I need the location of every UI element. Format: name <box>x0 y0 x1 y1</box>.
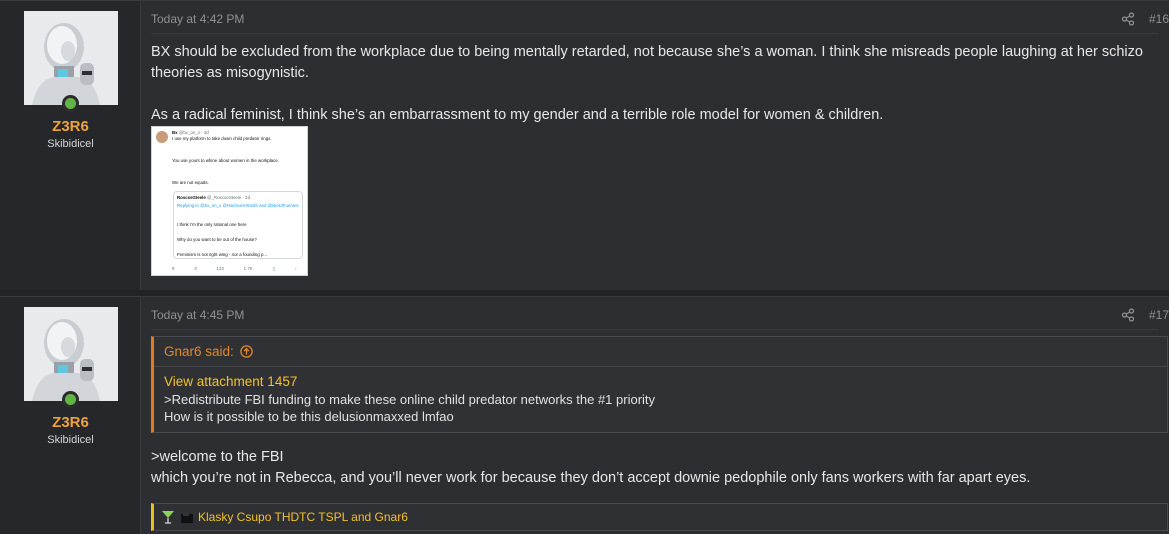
reactions-bar[interactable]: Klasky Csupo THDTC TSPL and Gnar6 <box>151 503 1168 531</box>
username[interactable]: Z3R6 <box>0 414 141 431</box>
quoted-replying: Replying to @bx_on_x @HarrisonHSmith and… <box>177 203 299 208</box>
divider <box>151 329 1159 330</box>
tweet-avatar <box>156 131 168 143</box>
quoted-handle: @_RoscoeSteele · 2d <box>207 195 251 200</box>
retweet-count: 3 <box>194 266 197 271</box>
cocktail-reaction-icon <box>160 509 176 525</box>
post-paragraph: BX should be excluded from the workplace… <box>151 44 1143 81</box>
quote-line: >Redistribute FBI funding to make these … <box>164 391 656 407</box>
view-count: 1.7K <box>243 266 253 271</box>
quoted-text: I think I’m the only rational one here <box>177 222 247 227</box>
post-time[interactable]: Today at 4:45 PM <box>151 308 244 322</box>
post-number[interactable]: #16 <box>1149 12 1169 26</box>
attachment-link[interactable]: View attachment 1457 <box>164 373 1157 391</box>
tweet-text: I use my platform to take down child pre… <box>172 136 272 141</box>
user-column: Z3R6 Skibidicel <box>0 1 141 290</box>
tweet-handle: @bx_on_x · 3d <box>178 130 209 135</box>
tweet-text: We are not equals. <box>172 180 209 185</box>
quote-author[interactable]: Gnar6 said: <box>164 344 234 359</box>
post-number[interactable]: #17 <box>1149 308 1169 322</box>
quote-content: View attachment 1457 >Redistribute FBI f… <box>154 367 1167 432</box>
quote-line: How is it possible to be this delusionma… <box>164 409 454 424</box>
tweet-text: You use yours to whine about women in th… <box>172 158 279 163</box>
reaction-users[interactable]: Klasky Csupo THDTC TSPL and Gnar6 <box>198 510 408 524</box>
like-count: 123 <box>216 266 224 271</box>
post-16: Z3R6 Skibidicel Today at 4:42 PM #16 BX … <box>0 0 1169 290</box>
share-icon: ↑ <box>294 266 297 271</box>
post-paragraph: As a radical feminist, I think she’s an … <box>151 107 884 123</box>
avatar[interactable] <box>24 11 118 105</box>
reply-count: 9 <box>172 266 175 271</box>
share-icon[interactable] <box>1121 308 1135 322</box>
username[interactable]: Z3R6 <box>0 118 141 135</box>
avatar[interactable] <box>24 307 118 401</box>
quote-header[interactable]: Gnar6 said: <box>154 337 1167 367</box>
post-line: which you’re not in Rebecca, and you’ll … <box>151 470 1031 486</box>
online-indicator <box>62 95 79 112</box>
tweet-author: Bx <box>172 130 178 135</box>
online-indicator <box>62 391 79 408</box>
post-line: >welcome to the FBI <box>151 449 284 465</box>
user-column: Z3R6 Skibidicel <box>0 297 141 534</box>
post-meta-actions: #17 <box>1121 308 1169 322</box>
user-title: Skibidicel <box>47 434 94 446</box>
quoted-text: Feminism is not right wing - nor a found… <box>177 252 268 257</box>
post-time[interactable]: Today at 4:42 PM <box>151 12 244 26</box>
dark-reaction-icon <box>179 509 195 525</box>
post-meta-actions: #16 <box>1121 12 1169 26</box>
bookmark-icon: ▯ <box>272 266 275 271</box>
quoted-header: RoscoeSteele @_RoscoeSteele · 2d <box>177 195 301 201</box>
quoted-text: Why do you want to be out of the house? <box>177 237 257 242</box>
attachment-thumbnail[interactable]: Bx @bx_on_x · 3d I use my platform to ta… <box>151 126 308 276</box>
quote-block: Gnar6 said: View attachment 1457 >Redist… <box>151 336 1168 433</box>
tweet-stats: 9 3 123 1.7K ▯ ↑ <box>172 266 297 272</box>
quoted-author: RoscoeSteele <box>177 195 206 200</box>
share-icon[interactable] <box>1121 12 1135 26</box>
divider <box>151 33 1159 34</box>
post-17: Z3R6 Skibidicel Today at 4:45 PM #17 Gna… <box>0 296 1169 534</box>
user-title: Skibidicel <box>47 138 94 150</box>
jump-to-post-icon[interactable] <box>240 345 253 358</box>
